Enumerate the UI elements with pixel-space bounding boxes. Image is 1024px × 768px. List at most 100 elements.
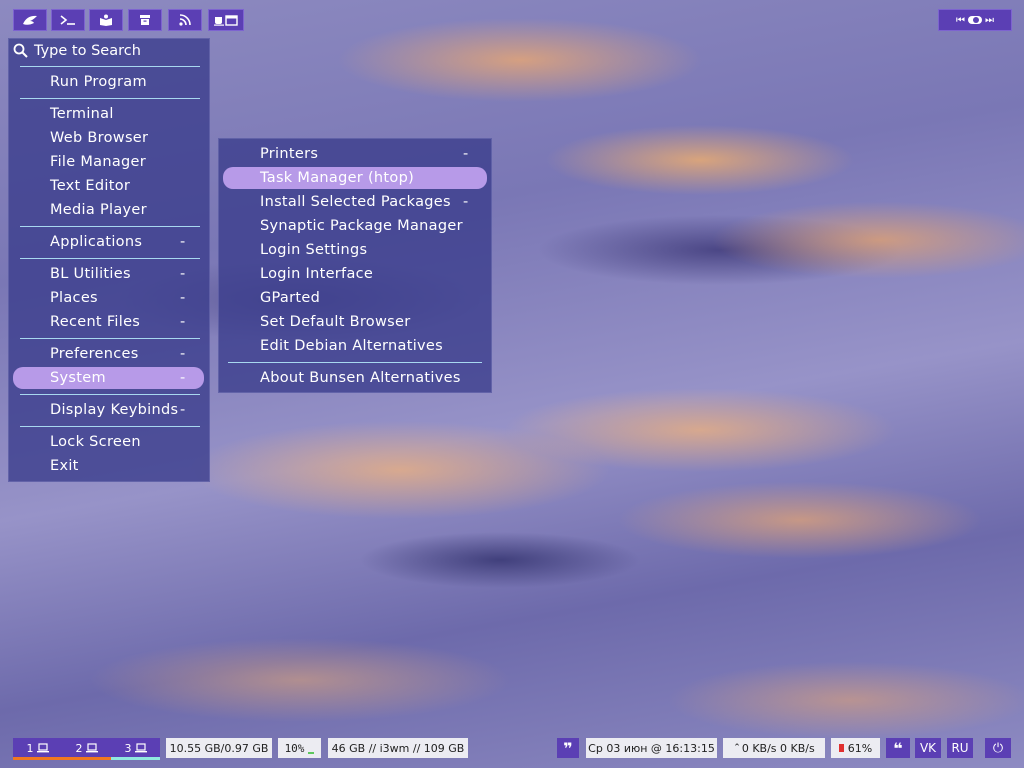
menu-item-lock-screen[interactable]: Lock Screen [9,431,209,453]
menu-item-places[interactable]: Places - [9,287,209,309]
menu-item-label: Lock Screen [50,434,141,450]
disk-text: 46 GB // i3wm // 109 GB [331,741,465,755]
menu-item-label: Printers [260,146,319,162]
separator [20,66,200,67]
submenu-indicator: - [463,194,469,210]
battery-icon [838,744,844,752]
separator [20,258,200,259]
submenu-indicator: - [180,346,186,362]
workspace-3[interactable]: 3 [111,738,160,760]
menu-item-label: Web Browser [50,130,149,146]
menu-item-task-manager[interactable]: Task Manager (htop) [219,167,491,189]
menu-item-label: Login Interface [260,266,374,282]
search-field[interactable]: Type to Search [13,41,203,61]
quote-glyph: ❞ [563,738,573,758]
submenu-indicator: - [180,234,186,250]
menu-item-run-program[interactable]: Run Program [9,71,209,93]
book-icon[interactable] [89,9,123,31]
menu-item-label: Recent Files [50,314,141,330]
menu-item-display-keybinds[interactable]: Display Keybinds - [9,399,209,421]
menu-item-label: Set Default Browser [260,314,411,330]
separator [20,394,200,395]
menu-item-label: Applications [50,234,143,250]
app-launcher-icon[interactable] [13,9,47,31]
menu-item-label: System [50,370,106,386]
submenu-indicator: - [180,314,186,330]
quote-left-icon[interactable]: ❞ [557,738,579,758]
cpu-usage: 10% [278,738,321,758]
layout-text: VK [919,741,937,755]
menu-item-login-settings[interactable]: Login Settings [219,239,491,261]
terminal-icon[interactable] [51,9,85,31]
separator [228,362,482,363]
workspace-number: 2 [75,741,83,755]
network-speed: ⌃ 0 KB/s 0 KB/s [723,738,825,758]
laptop-icon [85,743,98,753]
workspace-switcher: 1 2 3 [13,738,160,760]
power-icon[interactable]: ⏻ [985,738,1011,758]
menu-item-about-bunsen-alternatives[interactable]: About Bunsen Alternatives [219,367,491,389]
desktop-wallpaper: ⏮ ⏭ Type to Search Run Program Terminal … [0,0,1024,768]
menu-item-label: Media Player [50,202,147,218]
menu-item-label: Terminal [50,106,114,122]
menu-item-login-interface[interactable]: Login Interface [219,263,491,285]
workspace-number: 1 [26,741,34,755]
menu-item-label: Exit [50,458,79,474]
menu-item-label: About Bunsen Alternatives [260,370,461,386]
upload-icon: ⌃ [733,743,741,753]
menu-item-gparted[interactable]: GParted [219,287,491,309]
submenu-indicator: - [180,290,186,306]
menu-item-label: File Manager [50,154,147,170]
menu-item-file-manager[interactable]: File Manager [9,151,209,173]
quote-glyph: ❝ [893,738,903,758]
next-track-icon[interactable]: ⏭ [985,15,994,26]
menu-item-text-editor[interactable]: Text Editor [9,175,209,197]
menu-item-label: Edit Debian Alternatives [260,338,443,354]
archive-icon[interactable] [128,9,162,31]
separator [20,426,200,427]
menu-item-bl-utilities[interactable]: BL Utilities - [9,263,209,285]
menu-item-install-selected-packages[interactable]: Install Selected Packages - [219,191,491,213]
menu-item-edit-debian-alternatives[interactable]: Edit Debian Alternatives [219,335,491,357]
workspace-3-indicator [111,757,160,760]
menu-item-system[interactable]: System - [9,367,209,389]
menu-item-label: Login Settings [260,242,368,258]
submenu-indicator: - [463,146,469,162]
menu-item-exit[interactable]: Exit [9,455,209,477]
disk-usage: 46 GB // i3wm // 109 GB [328,738,468,758]
play-toggle-icon[interactable] [968,16,982,24]
workspace-1[interactable]: 1 [13,738,111,760]
clock[interactable]: Ср 03 июн @ 16:13:15 [586,738,717,758]
menu-item-set-default-browser[interactable]: Set Default Browser [219,311,491,333]
root-menu: Type to Search Run Program Terminal Web … [8,38,210,482]
keyboard-layout-ru[interactable]: RU [947,738,973,758]
menu-item-web-browser[interactable]: Web Browser [9,127,209,149]
quote-right-icon[interactable]: ❝ [886,738,910,758]
submenu-indicator: - [180,266,186,282]
menu-item-applications[interactable]: Applications - [9,231,209,253]
menu-item-media-player[interactable]: Media Player [9,199,209,221]
menu-item-label: Synaptic Package Manager [260,218,463,234]
media-controls[interactable]: ⏮ ⏭ [938,9,1012,31]
memory-usage: 10.55 GB/0.97 GB [166,738,272,758]
menu-item-synaptic[interactable]: Synaptic Package Manager [219,215,491,237]
network-text: 0 KB/s 0 KB/s [741,741,815,755]
workspace-2[interactable]: 2 [62,738,111,758]
separator [20,98,200,99]
menu-item-label: Text Editor [50,178,131,194]
system-submenu: Printers - Task Manager (htop) Install Se… [218,138,492,393]
battery-indicator: 61% [831,738,880,758]
datetime-text: Ср 03 июн @ 16:13:15 [588,741,715,755]
previous-track-icon[interactable]: ⏮ [956,15,965,26]
menu-item-printers[interactable]: Printers - [219,143,491,165]
menu-item-terminal[interactable]: Terminal [9,103,209,125]
menu-item-label: Task Manager (htop) [260,170,415,186]
menu-item-recent-files[interactable]: Recent Files - [9,311,209,333]
coffee-window-icon[interactable] [208,9,244,31]
menu-item-preferences[interactable]: Preferences - [9,343,209,365]
layout-text: RU [951,741,969,755]
keyboard-layout-vk[interactable]: VK [915,738,941,758]
submenu-indicator: - [180,402,186,418]
rss-icon[interactable] [168,9,202,31]
power-glyph: ⏻ [992,740,1004,756]
